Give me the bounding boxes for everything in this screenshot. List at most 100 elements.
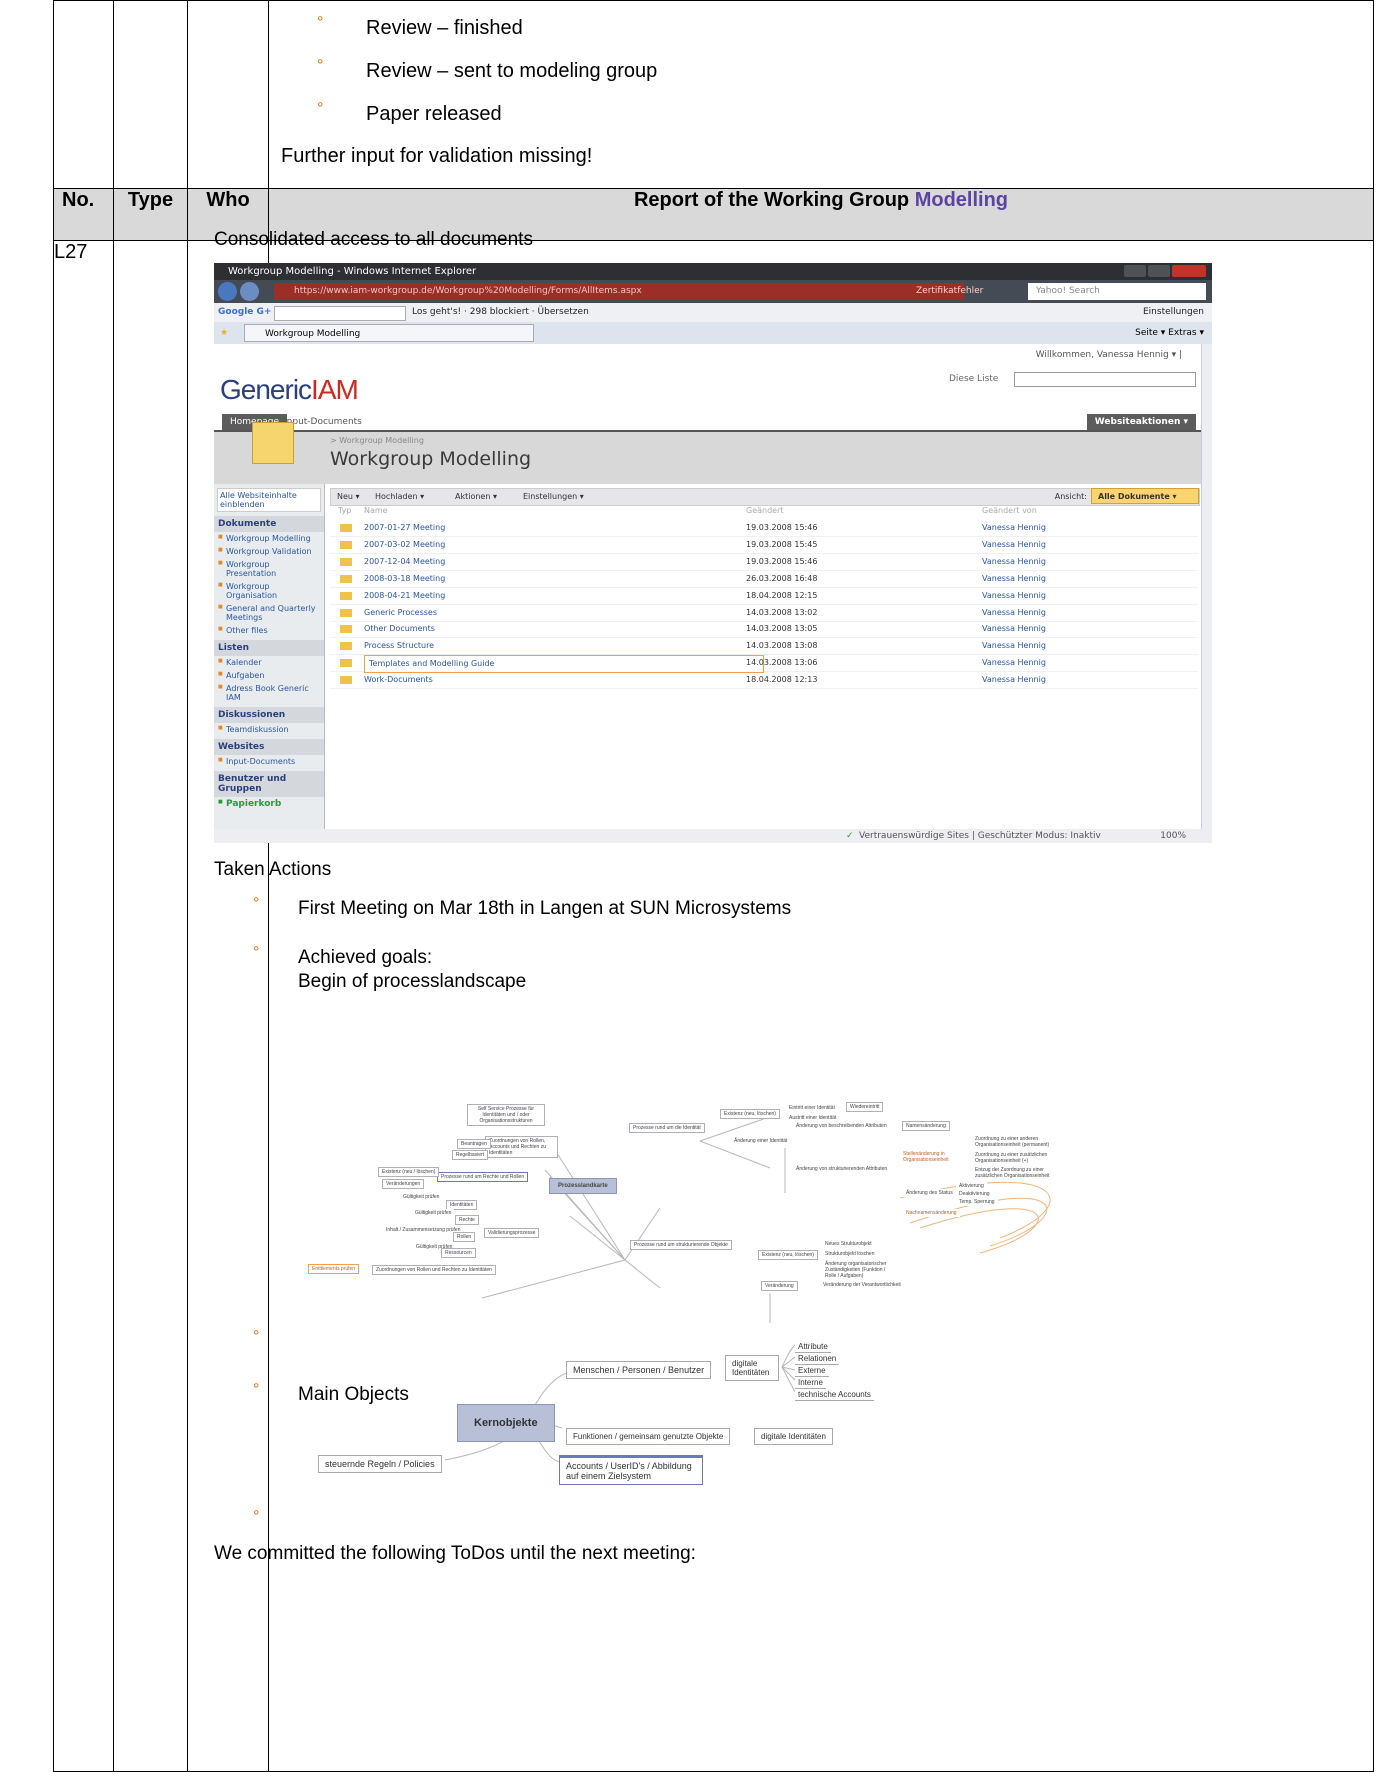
row-id: L27 — [53, 240, 114, 1772]
file-modified-by[interactable]: Vanessa Hennig — [982, 638, 1046, 654]
quick-launch-heading[interactable]: Websites — [214, 739, 324, 755]
new-menu[interactable]: Neu ▾ — [337, 489, 360, 505]
table-row[interactable]: 2007-03-02 Meeting 19.03.2008 15:45 Vaness… — [330, 537, 1198, 554]
upload-menu[interactable]: Hochladen ▾ — [375, 489, 424, 505]
search-input[interactable]: Yahoo! Search — [1028, 283, 1206, 300]
mindmap-node: Rechte — [455, 1215, 479, 1225]
sharepoint-page: Willkommen, Vanessa Hennig ▾ | GenericIA… — [214, 344, 1202, 829]
view-all-content-link[interactable]: Alle Websiteinhalte einblenden — [217, 488, 321, 512]
file-modified-by[interactable]: Vanessa Hennig — [982, 554, 1046, 570]
quick-launch-item[interactable]: Aufgaben — [214, 669, 324, 682]
site-actions-menu[interactable]: Websiteaktionen ▾ — [1086, 414, 1196, 430]
file-name-link[interactable]: 2007-03-02 Meeting — [364, 537, 445, 553]
table-row[interactable]: Process Structure 14.03.2008 13:08 Vanessa… — [330, 638, 1198, 656]
file-modified-by[interactable]: Vanessa Hennig — [982, 588, 1046, 604]
file-modified-by[interactable]: Vanessa Hennig — [982, 621, 1046, 637]
col-modified-header[interactable]: Geändert — [746, 506, 784, 515]
favorites-icon[interactable]: ★ — [220, 322, 228, 344]
mindmap-node: Regelbasiert — [452, 1150, 489, 1160]
zoom-level[interactable]: 100% — [1160, 829, 1186, 843]
col-modified-by-header[interactable]: Geändert von — [982, 506, 1037, 515]
mindmap-node: Existenz (neu / löschen) — [378, 1167, 440, 1177]
actions-menu[interactable]: Aktionen ▾ — [455, 489, 497, 505]
google-toolbar-items[interactable]: Los geht's! · 298 blockiert · Übersetzen — [412, 303, 589, 322]
quick-launch-heading[interactable]: Benutzer und Gruppen — [214, 771, 324, 797]
site-search-input[interactable] — [1014, 372, 1196, 387]
quick-launch-heading[interactable]: Diskussionen — [214, 707, 324, 723]
mindmap-node: digitale Identitäten — [754, 1428, 833, 1445]
file-name-link[interactable]: Other Documents — [364, 621, 435, 637]
file-modified: 18.04.2008 12:15 — [746, 590, 818, 600]
quick-launch-item[interactable]: Workgroup Modelling — [214, 532, 324, 545]
file-name-link[interactable]: Process Structure — [364, 638, 434, 654]
file-modified-by[interactable]: Vanessa Hennig — [982, 655, 1046, 671]
mindmap-node: Entitlements prüfen — [308, 1264, 360, 1274]
mindmap-node: Deaktivierung — [956, 1190, 993, 1198]
table-row[interactable]: Generic Processes 14.03.2008 13:02 Vanessa… — [330, 605, 1198, 622]
mindmap-node: Externe — [795, 1365, 829, 1377]
quick-launch-item[interactable]: Teamdiskussion — [214, 723, 324, 736]
quick-launch-item[interactable]: General and Quarterly Meetings — [214, 602, 324, 624]
close-button[interactable] — [1172, 265, 1206, 277]
col-type-header[interactable]: Typ — [338, 506, 351, 515]
minimize-button[interactable] — [1124, 265, 1146, 277]
file-name-link[interactable]: Templates and Modelling Guide — [364, 655, 764, 674]
settings-menu[interactable]: Einstellungen — [1143, 303, 1204, 322]
table-row[interactable]: 2008-04-21 Meeting 18.04.2008 12:15 Vaness… — [330, 588, 1198, 605]
mindmap-node: Veränderung — [761, 1281, 798, 1291]
quick-launch-heading[interactable]: Dokumente — [214, 516, 324, 532]
table-row[interactable]: 2007-12-04 Meeting 19.03.2008 15:46 Vaness… — [330, 554, 1198, 571]
google-search-input[interactable] — [274, 306, 406, 321]
mindmap-node: Ressourcen — [441, 1248, 476, 1258]
file-modified-by[interactable]: Vanessa Hennig — [982, 520, 1046, 536]
table-row[interactable]: Other Documents 14.03.2008 13:05 Vanessa H… — [330, 621, 1198, 639]
quick-launch-item[interactable]: Workgroup Presentation — [214, 558, 324, 580]
quick-launch-item[interactable]: Kalender — [214, 656, 324, 669]
quick-launch-item[interactable]: Adress Book Generic IAM — [214, 682, 324, 704]
mindmap-center-node: Kernobjekte — [457, 1404, 555, 1442]
browser-screenshot: Workgroup Modelling - Windows Internet E… — [214, 263, 1212, 843]
file-name-link[interactable]: 2007-01-27 Meeting — [364, 520, 445, 536]
tab-workgroup-modelling[interactable]: Workgroup Modelling — [244, 324, 534, 342]
forward-button[interactable] — [240, 282, 259, 301]
quick-launch-item[interactable]: Other files — [214, 624, 324, 637]
vertical-scrollbar[interactable] — [1201, 344, 1212, 829]
file-modified: 14.03.2008 13:02 — [746, 607, 818, 617]
quick-launch-item[interactable]: Workgroup Organisation — [214, 580, 324, 602]
welcome-menu[interactable]: Willkommen, Vanessa Hennig ▾ | — [1036, 350, 1182, 360]
quick-launch-heading[interactable]: Listen — [214, 640, 324, 656]
mindmap-node: Temp. Sperrung — [956, 1198, 998, 1206]
table-row[interactable]: 2008-03-18 Meeting 26.03.2008 16:48 Vaness… — [330, 571, 1198, 588]
file-modified-by[interactable]: Vanessa Hennig — [982, 605, 1046, 621]
view-select[interactable]: Alle Dokumente ▾ — [1091, 488, 1199, 504]
breadcrumb[interactable]: > Workgroup Modelling — [330, 436, 424, 445]
file-name-link[interactable]: Generic Processes — [364, 605, 437, 621]
back-button[interactable] — [218, 282, 237, 301]
recycle-bin-link[interactable]: Papierkorb — [214, 797, 324, 811]
status-bar: ✓ Vertrauenswürdige Sites | Geschützter … — [214, 829, 1212, 843]
table-row[interactable]: Work-Documents 18.04.2008 12:13 Vanessa He… — [330, 672, 1198, 690]
file-name-link[interactable]: 2008-03-18 Meeting — [364, 571, 445, 587]
scope-select[interactable]: Diese Liste — [949, 372, 1196, 387]
tab-tools[interactable]: Seite ▾ Extras ▾ — [1135, 322, 1204, 344]
file-name-link[interactable]: 2007-12-04 Meeting — [364, 554, 445, 570]
cert-warning[interactable]: Zertifikatfehler — [916, 283, 983, 300]
file-modified-by[interactable]: Vanessa Hennig — [982, 571, 1046, 587]
settings-list-menu[interactable]: Einstellungen ▾ — [523, 489, 584, 505]
quick-launch-item[interactable]: Input-Documents — [214, 755, 324, 768]
url-field[interactable]: https://www.iam-workgroup.de/Workgroup%2… — [274, 283, 964, 300]
file-modified-by[interactable]: Vanessa Hennig — [982, 537, 1046, 553]
mindmap-node: Menschen / Personen / Benutzer — [566, 1361, 712, 1379]
maximize-button[interactable] — [1148, 265, 1170, 277]
file-modified-by[interactable]: Vanessa Hennig — [982, 672, 1046, 688]
file-name-link[interactable]: Work-Documents — [364, 672, 433, 688]
folder-icon — [340, 676, 352, 685]
tab-input-documents[interactable]: Input-Documents — [284, 414, 362, 430]
quick-launch-item[interactable]: Workgroup Validation — [214, 545, 324, 558]
file-name-link[interactable]: 2008-04-21 Meeting — [364, 588, 445, 604]
col-name-header[interactable]: Name — [364, 506, 388, 515]
table-row[interactable]: 2007-01-27 Meeting 19.03.2008 15:46 Vaness… — [330, 520, 1198, 537]
google-logo[interactable]: Google G+ — [218, 303, 271, 322]
title-band: > Workgroup Modelling Workgroup Modellin… — [214, 422, 1202, 484]
table-row[interactable]: Templates and Modelling Guide 14.03.2008 … — [330, 655, 1198, 674]
